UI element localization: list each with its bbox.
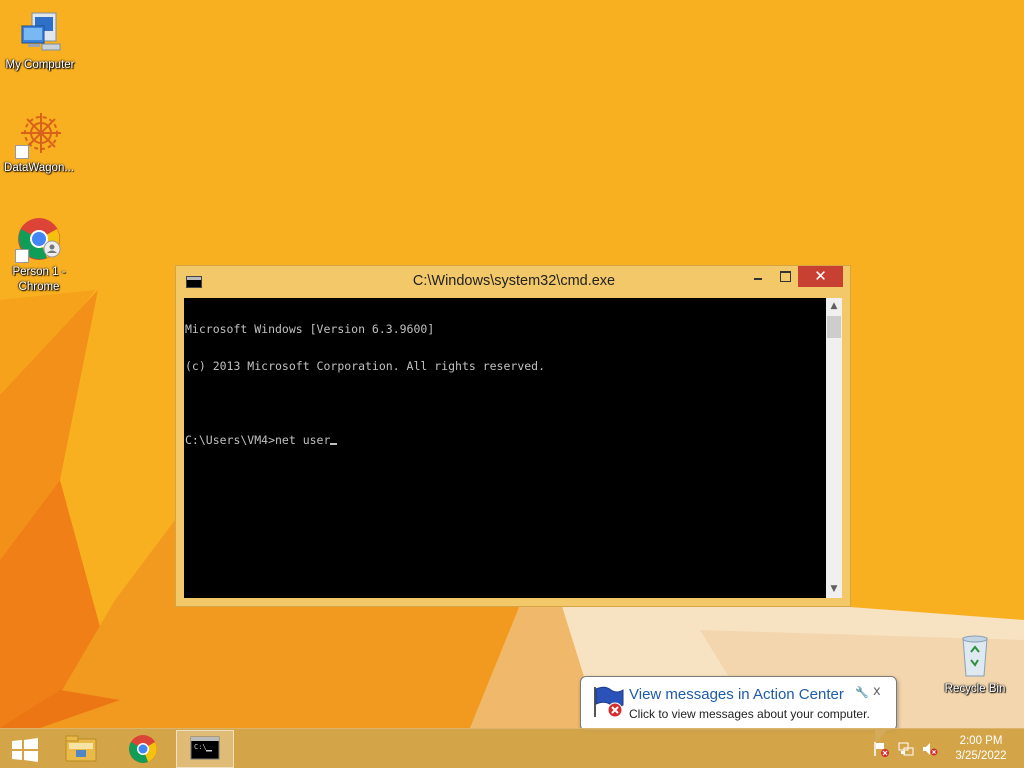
cmd-icon: C:\	[190, 736, 220, 760]
taskbar: C:\ 2:00 PM 3/25/2022	[0, 728, 1024, 768]
minimize-button[interactable]	[749, 266, 767, 287]
clock-time: 2:00 PM	[959, 735, 1003, 747]
taskbar-file-explorer[interactable]	[52, 730, 110, 768]
cmd-titlebar[interactable]: C:\Windows\system32\cmd.exe ✕	[176, 266, 850, 297]
console-prompt-line: C:\Users\VM4>net user	[185, 433, 821, 448]
desktop-icon-label-line2: Chrome	[18, 281, 60, 293]
folder-icon	[65, 735, 97, 762]
recycle-bin-icon	[951, 632, 999, 680]
chrome-profile-icon	[15, 215, 63, 263]
start-button[interactable]	[10, 738, 40, 762]
console-text: Microsoft Windows [Version 6.3.9600] (c)…	[185, 298, 821, 472]
balloon-close-button[interactable]: x	[873, 684, 881, 699]
desktop-icon-person1-chrome[interactable]: Person 1 - Chrome	[0, 215, 79, 295]
network-icon[interactable]	[898, 741, 914, 757]
desktop-icon-label-line1: Person 1 -	[12, 266, 66, 278]
text-cursor	[330, 443, 338, 446]
computer-icon	[16, 8, 64, 56]
action-center-flag-icon[interactable]	[873, 741, 889, 757]
balloon-text[interactable]: Click to view messages about your comput…	[629, 707, 870, 721]
close-icon: ✕	[814, 267, 827, 285]
scroll-down-icon[interactable]: ▼	[826, 581, 842, 598]
system-clock[interactable]: 2:00 PM 3/25/2022	[948, 734, 1014, 764]
console-line: (c) 2013 Microsoft Corporation. All righ…	[185, 359, 546, 374]
scroll-up-icon[interactable]: ▲	[826, 298, 842, 315]
taskbar-command-prompt[interactable]: C:\	[176, 730, 234, 768]
desktop-icon-recycle-bin[interactable]: Recycle Bin	[935, 632, 1015, 697]
action-center-flag-icon	[591, 685, 627, 719]
desktop-icon-label: My Computer	[5, 59, 75, 71]
action-center-notification[interactable]: View messages in Action Center Click to …	[580, 676, 897, 744]
chrome-icon	[129, 735, 157, 763]
console-line: Microsoft Windows [Version 6.3.9600]	[185, 321, 435, 336]
clock-date: 3/25/2022	[955, 750, 1007, 762]
taskbar-chrome[interactable]	[114, 730, 172, 768]
balloon-title[interactable]: View messages in Action Center	[629, 686, 844, 703]
console-command: C:\Users\VM4>net user	[185, 433, 331, 448]
desktop-icon-datawagon[interactable]: DataWagon...	[0, 111, 79, 176]
cmd-window[interactable]: C:\Windows\system32\cmd.exe ✕ Microsoft …	[175, 265, 851, 607]
vertical-scrollbar[interactable]: ▲ ▼	[826, 298, 842, 598]
maximize-button[interactable]	[776, 266, 794, 287]
shortcut-arrow-icon	[15, 145, 29, 159]
desktop-icon-my-computer[interactable]: My Computer	[0, 8, 80, 73]
datawagon-sun-icon	[15, 111, 63, 159]
shortcut-arrow-icon	[15, 249, 29, 263]
svg-text:C:\: C:\	[194, 743, 207, 751]
desktop-icon-label: DataWagon...	[4, 162, 74, 174]
wrench-icon[interactable]: 🔧	[855, 686, 869, 699]
desktop-icon-label: Recycle Bin	[944, 683, 1006, 695]
close-button[interactable]: ✕	[798, 266, 843, 287]
scroll-thumb[interactable]	[827, 316, 841, 338]
volume-muted-icon[interactable]	[922, 741, 938, 757]
console-output[interactable]: Microsoft Windows [Version 6.3.9600] (c)…	[184, 298, 842, 598]
